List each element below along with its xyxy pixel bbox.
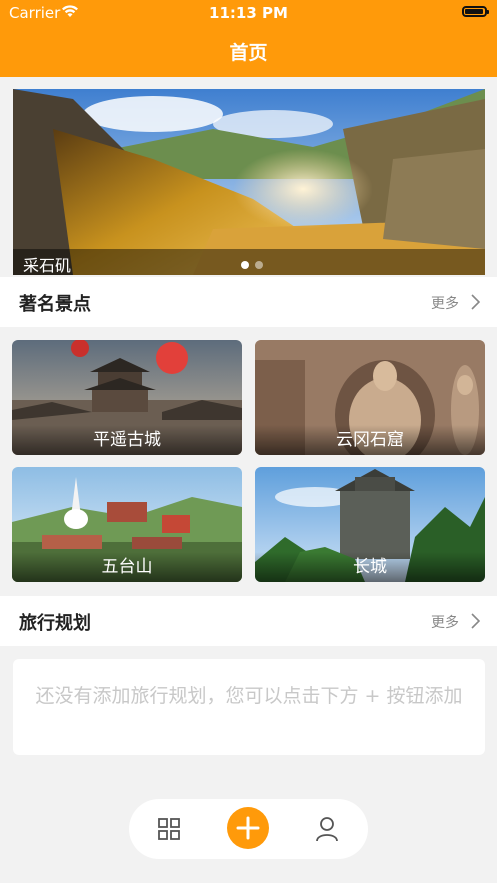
user-icon[interactable]: [315, 816, 339, 842]
banner-caption-bar: 采石矶: [13, 249, 485, 275]
spot-card[interactable]: 云冈石窟: [255, 340, 485, 455]
battery-icon: [462, 6, 489, 17]
famous-spots-header: 著名景点 更多: [0, 277, 497, 327]
grid-icon[interactable]: [157, 817, 181, 841]
spot-name: 长城: [255, 552, 485, 582]
carousel-dot-active[interactable]: [241, 261, 249, 269]
empty-state-message: 还没有添加旅行规划，您可以点击下方 + 按钮添加: [35, 685, 463, 707]
spot-card[interactable]: 平遥古城: [12, 340, 242, 455]
more-link[interactable]: 更多: [431, 612, 459, 632]
spot-name: 五台山: [12, 552, 242, 582]
spot-name: 平遥古城: [12, 425, 242, 455]
app-header: Carrier 11:13 PM 首页: [0, 0, 497, 77]
chevron-right-icon[interactable]: [470, 613, 480, 629]
banner-image: [13, 89, 485, 275]
spot-card[interactable]: 五台山: [12, 467, 242, 582]
clock: 11:13 PM: [209, 4, 288, 22]
status-bar: Carrier 11:13 PM: [0, 0, 497, 26]
chevron-right-icon[interactable]: [470, 294, 480, 310]
plus-icon: [236, 816, 260, 840]
carousel-dot[interactable]: [255, 261, 263, 269]
travel-plan-empty-card: 还没有添加旅行规划，您可以点击下方 + 按钮添加: [13, 659, 485, 755]
travel-plans-header: 旅行规划 更多: [0, 596, 497, 646]
banner-carousel[interactable]: 采石矶: [13, 89, 485, 275]
page-title: 首页: [229, 42, 268, 64]
banner-caption: 采石矶: [23, 256, 72, 275]
bottom-tab-bar: [129, 799, 368, 859]
section-title: 著名景点: [19, 294, 91, 315]
add-plan-button[interactable]: [227, 807, 269, 849]
spot-name: 云冈石窟: [255, 425, 485, 455]
more-link[interactable]: 更多: [431, 293, 459, 313]
spot-card[interactable]: 长城: [255, 467, 485, 582]
section-title: 旅行规划: [19, 613, 91, 634]
